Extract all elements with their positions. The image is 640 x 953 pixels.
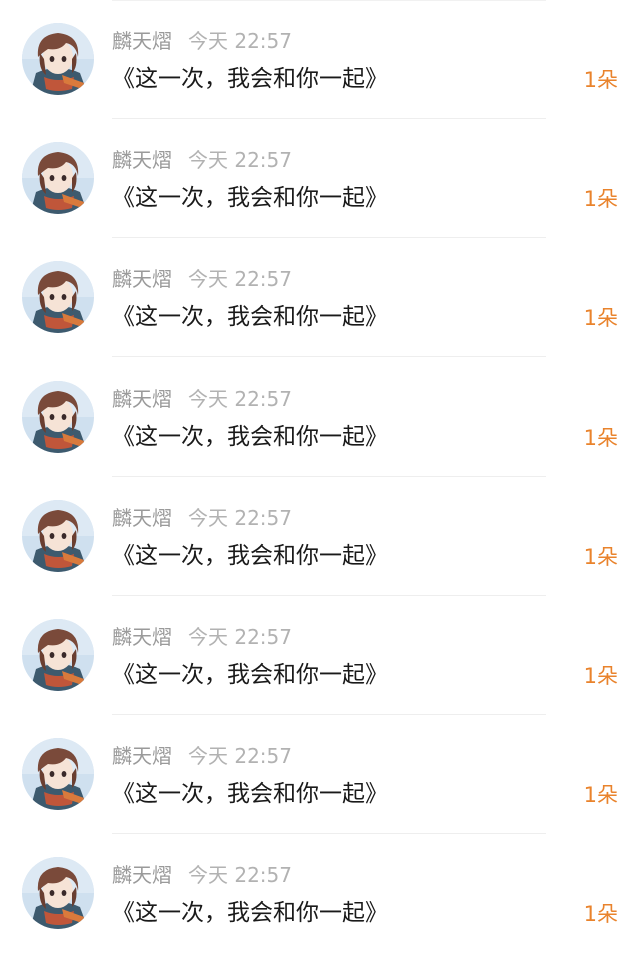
sender-name[interactable]: 麟天熠 xyxy=(112,148,172,172)
sender-name[interactable]: 麟天熠 xyxy=(112,506,172,530)
avatar[interactable] xyxy=(22,142,94,214)
timestamp: 今天 22:57 xyxy=(188,29,292,53)
avatar[interactable] xyxy=(22,619,94,691)
sender-name[interactable]: 麟天熠 xyxy=(112,267,172,291)
flower-count: 1朵 xyxy=(583,783,618,807)
timestamp: 今天 22:57 xyxy=(188,506,292,530)
divider xyxy=(112,356,546,357)
timestamp: 今天 22:57 xyxy=(188,863,292,887)
sender-name[interactable]: 麟天熠 xyxy=(112,29,172,53)
list-item[interactable]: 麟天熠 今天 22:57 《这一次，我会和你一起》 1朵 xyxy=(0,715,640,834)
work-title[interactable]: 《这一次，我会和你一起》 xyxy=(112,539,388,573)
avatar[interactable] xyxy=(22,261,94,333)
sender-name[interactable]: 麟天熠 xyxy=(112,744,172,768)
sender-name[interactable]: 麟天熠 xyxy=(112,863,172,887)
flower-count: 1朵 xyxy=(583,426,618,450)
list-item[interactable]: 麟天熠 今天 22:57 《这一次，我会和你一起》 1朵 xyxy=(0,596,640,715)
timestamp: 今天 22:57 xyxy=(188,744,292,768)
flower-count: 1朵 xyxy=(583,545,618,569)
item-meta: 麟天熠 今天 22:57 xyxy=(112,622,292,652)
work-title[interactable]: 《这一次，我会和你一起》 xyxy=(112,62,388,96)
avatar[interactable] xyxy=(22,500,94,572)
work-title[interactable]: 《这一次，我会和你一起》 xyxy=(112,300,388,334)
item-meta: 麟天熠 今天 22:57 xyxy=(112,741,292,771)
sender-name[interactable]: 麟天熠 xyxy=(112,387,172,411)
list-item[interactable]: 麟天熠 今天 22:57 《这一次，我会和你一起》 1朵 xyxy=(0,238,640,357)
item-meta: 麟天熠 今天 22:57 xyxy=(112,384,292,414)
work-title[interactable]: 《这一次，我会和你一起》 xyxy=(112,777,388,811)
item-meta: 麟天熠 今天 22:57 xyxy=(112,503,292,533)
timestamp: 今天 22:57 xyxy=(188,267,292,291)
list-item[interactable]: 麟天熠 今天 22:57 《这一次，我会和你一起》 1朵 xyxy=(0,119,640,238)
timestamp: 今天 22:57 xyxy=(188,625,292,649)
gift-record-list: 麟天熠 今天 22:57 《这一次，我会和你一起》 1朵 麟天熠 今天 22:57 xyxy=(0,0,640,953)
work-title[interactable]: 《这一次，我会和你一起》 xyxy=(112,181,388,215)
item-meta: 麟天熠 今天 22:57 xyxy=(112,26,292,56)
avatar[interactable] xyxy=(22,738,94,810)
flower-count: 1朵 xyxy=(583,68,618,92)
avatar[interactable] xyxy=(22,857,94,929)
avatar[interactable] xyxy=(22,23,94,95)
item-meta: 麟天熠 今天 22:57 xyxy=(112,145,292,175)
work-title[interactable]: 《这一次，我会和你一起》 xyxy=(112,896,388,930)
avatar[interactable] xyxy=(22,381,94,453)
work-title[interactable]: 《这一次，我会和你一起》 xyxy=(112,658,388,692)
item-meta: 麟天熠 今天 22:57 xyxy=(112,860,292,890)
timestamp: 今天 22:57 xyxy=(188,387,292,411)
list-item[interactable]: 麟天熠 今天 22:57 《这一次，我会和你一起》 1朵 xyxy=(0,834,640,953)
flower-count: 1朵 xyxy=(583,902,618,926)
work-title[interactable]: 《这一次，我会和你一起》 xyxy=(112,420,388,454)
flower-count: 1朵 xyxy=(583,306,618,330)
flower-count: 1朵 xyxy=(583,664,618,688)
list-item[interactable]: 麟天熠 今天 22:57 《这一次，我会和你一起》 1朵 xyxy=(0,0,640,119)
timestamp: 今天 22:57 xyxy=(188,148,292,172)
item-meta: 麟天熠 今天 22:57 xyxy=(112,264,292,294)
list-item[interactable]: 麟天熠 今天 22:57 《这一次，我会和你一起》 1朵 xyxy=(0,477,640,596)
list-item[interactable]: 麟天熠 今天 22:57 《这一次，我会和你一起》 1朵 xyxy=(0,358,640,477)
flower-count: 1朵 xyxy=(583,187,618,211)
sender-name[interactable]: 麟天熠 xyxy=(112,625,172,649)
